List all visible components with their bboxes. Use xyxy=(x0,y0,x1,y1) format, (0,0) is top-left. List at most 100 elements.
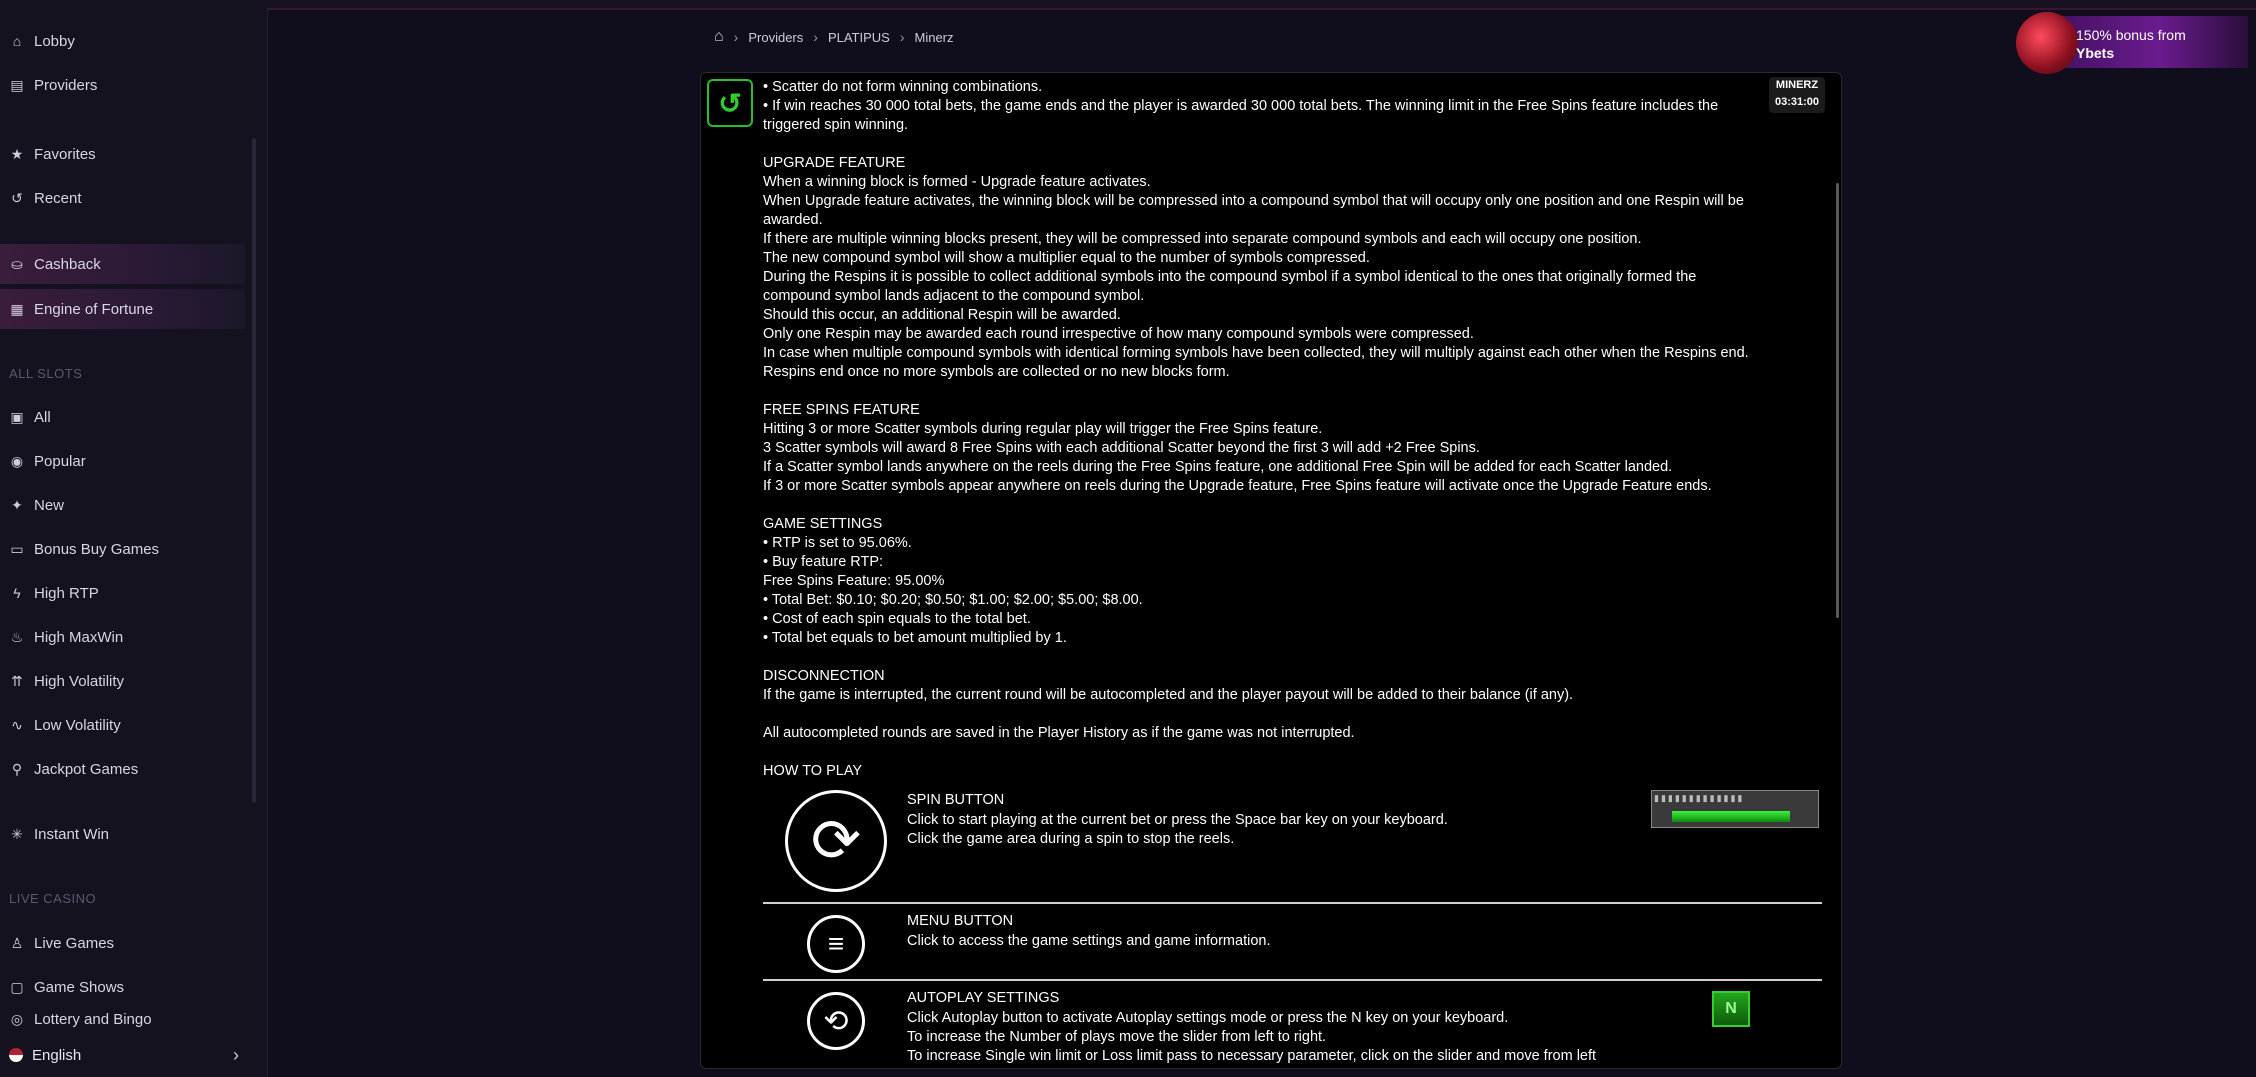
providers-icon: ▤ xyxy=(10,76,24,93)
rules-line: FREE SPINS FEATURE xyxy=(763,402,920,418)
sidebar-item-label: Lobby xyxy=(34,32,75,50)
spin-line-2: Click the game area during a spin to sto… xyxy=(907,831,1235,847)
menu-title: MENU BUTTON xyxy=(907,913,1014,929)
sidebar-item-recent[interactable]: ↺ Recent xyxy=(0,178,245,218)
rules-line: Respins end once no more symbols are col… xyxy=(763,364,1230,380)
sidebar-item-instant-win[interactable]: ✳ Instant Win xyxy=(0,814,245,854)
divider xyxy=(763,902,1822,904)
sidebar-item-game-shows[interactable]: ▢ Game Shows xyxy=(0,967,245,1007)
rules-line: • Cost of each spin equals to the total … xyxy=(763,611,1031,627)
sidebar-item-favorites[interactable]: ★ Favorites xyxy=(0,134,245,174)
autoplay-help: ⟲ AUTOPLAY SETTINGS Click Autoplay butto… xyxy=(763,986,1822,1068)
chevron-right-icon: › xyxy=(899,29,905,45)
sidebar-item-label: Lottery and Bingo xyxy=(34,1011,152,1027)
section-heading-live: LIVE CASINO xyxy=(9,891,97,906)
rules-line: Hitting 3 or more Scatter symbols during… xyxy=(763,421,1323,437)
home-icon[interactable]: ⌂ xyxy=(714,28,724,46)
sidebar-item-label: High Volatility xyxy=(34,672,125,690)
rules-line: triggered spin winning. xyxy=(763,117,909,133)
sidebar-item-label: All xyxy=(34,408,51,426)
sidebar-item-label: Engine of Fortune xyxy=(34,300,154,318)
sidebar-item-engine-of-fortune[interactable]: ▦ Engine of Fortune xyxy=(0,289,245,329)
sidebar-item-providers[interactable]: ▤ Providers xyxy=(0,65,245,105)
sidebar-item-cashback[interactable]: ⛀ Cashback xyxy=(0,244,245,284)
sidebar-item-label: Cashback xyxy=(34,255,101,273)
sidebar-item-bonus-buy[interactable]: ▭ Bonus Buy Games xyxy=(0,529,245,569)
rules-line: If the game is interrupted, the current … xyxy=(763,687,1574,703)
language-selector[interactable]: English › xyxy=(0,1033,267,1077)
sidebar-item-lobby[interactable]: ⌂ Lobby xyxy=(0,21,245,61)
sidebar-item-low-volatility[interactable]: ∿ Low Volatility xyxy=(0,705,245,745)
chevron-right-icon: › xyxy=(813,29,818,45)
rules-line: GAME SETTINGS xyxy=(763,516,883,532)
spin-title: SPIN BUTTON xyxy=(907,792,1005,808)
spacebar-key-illustration: ▮▮▮▮▮▮▮▮▮▮▮▮▮ xyxy=(1651,790,1819,828)
sidebar-item-label: Favorites xyxy=(34,145,96,163)
bonus-buy-icon: ▭ xyxy=(10,540,24,557)
live-icon: ♙ xyxy=(10,934,24,951)
home-icon: ⌂ xyxy=(12,33,22,49)
rules-line: • Scatter do not form winning combinatio… xyxy=(763,79,1043,95)
breadcrumb-platipus[interactable]: PLATIPUS xyxy=(828,30,890,45)
rules-line xyxy=(763,496,1813,515)
sidebar-item-label: Game Shows xyxy=(34,978,125,996)
sidebar-item-lottery[interactable]: ◎ Lottery and Bingo xyxy=(0,1011,245,1027)
sidebar-item-high-volatility[interactable]: ⇈ High Volatility xyxy=(0,661,245,701)
sidebar-item-label: High RTP xyxy=(34,584,99,602)
rules-line: awarded. xyxy=(763,212,823,228)
breadcrumb-providers[interactable]: Providers xyxy=(748,30,803,45)
bolt-icon: ϟ xyxy=(13,585,21,601)
sidebar-item-label: Jackpot Games xyxy=(34,760,139,778)
sidebar-item-new[interactable]: ✦ New xyxy=(0,485,245,525)
lottery-icon: ◎ xyxy=(10,1011,24,1027)
maxwin-icon: ♨ xyxy=(10,628,24,645)
history-icon: ↺ xyxy=(11,189,23,206)
grid-icon: ▦ xyxy=(10,300,24,317)
sidebar-item-live-games[interactable]: ♙ Live Games xyxy=(0,923,245,963)
rules-line xyxy=(763,743,1813,762)
bonus-banner[interactable]: 150% bonus from Ybets xyxy=(2016,12,2248,74)
spin-icon: ⟳ xyxy=(785,790,887,892)
sidebar-item-high-maxwin[interactable]: ♨ High MaxWin xyxy=(0,617,245,657)
back-arrow-icon[interactable]: ↺ xyxy=(707,79,753,127)
spin-line-1: Click to start playing at the current be… xyxy=(907,812,1448,828)
jackpot-icon: ⚲ xyxy=(11,760,23,777)
rules-line: When Upgrade feature activates, the winn… xyxy=(763,193,1744,209)
rules-scrollbar[interactable] xyxy=(1836,183,1839,618)
sidebar-item-label: New xyxy=(34,496,65,514)
rules-line: • RTP is set to 95.06%. xyxy=(763,535,912,551)
language-label: English xyxy=(32,1046,82,1064)
sidebar-item-label: Bonus Buy Games xyxy=(34,540,160,558)
section-heading-slots: ALL SLOTS xyxy=(9,366,83,381)
spacebar-key xyxy=(1672,811,1790,822)
sidebar-item-label: Instant Win xyxy=(34,825,110,843)
rules-line xyxy=(763,382,1813,401)
rules-line: During the Respins it is possible to col… xyxy=(763,269,1697,285)
rules-line: HOW TO PLAY xyxy=(763,763,863,779)
sidebar-item-label: Low Volatility xyxy=(34,716,121,734)
sidebar-item-high-rtp[interactable]: ϟ High RTP xyxy=(0,573,245,613)
volatility-icon: ⇈ xyxy=(11,672,23,689)
sidebar-item-label: High MaxWin xyxy=(34,628,124,646)
rules-line: • Total Bet: $0.10; $0.20; $0.50; $1.00;… xyxy=(763,592,1143,608)
instant-icon: ✳ xyxy=(11,825,23,842)
cashback-icon: ⛀ xyxy=(11,255,23,272)
sidebar-item-popular[interactable]: ◉ Popular xyxy=(0,441,245,481)
sidebar-item-label: Providers xyxy=(34,76,98,94)
rules-line xyxy=(763,705,1813,724)
menu-line-1: Click to access the game settings and ga… xyxy=(907,933,1271,949)
chevron-right-icon: › xyxy=(733,29,739,45)
bonus-line-2: Ybets xyxy=(2076,45,2115,61)
game-frame[interactable]: ↺ MINERZ 03:31:00 • Scatter do not form … xyxy=(700,72,1842,1069)
rules-line: The new compound symbol will show a mult… xyxy=(763,250,1370,266)
popular-icon: ◉ xyxy=(10,452,24,469)
us-flag-icon xyxy=(9,1048,23,1062)
n-key-illustration: N xyxy=(1712,991,1750,1027)
slots-icon: ▣ xyxy=(10,408,24,425)
sidebar-item-all[interactable]: ▣ All xyxy=(0,397,245,437)
rules-line: If there are multiple winning blocks pre… xyxy=(763,231,1642,247)
sidebar-scrollbar[interactable] xyxy=(252,138,256,803)
star-icon: ★ xyxy=(10,145,24,162)
menu-icon: ≡ xyxy=(807,915,865,973)
sidebar-item-jackpot[interactable]: ⚲ Jackpot Games xyxy=(0,749,245,789)
